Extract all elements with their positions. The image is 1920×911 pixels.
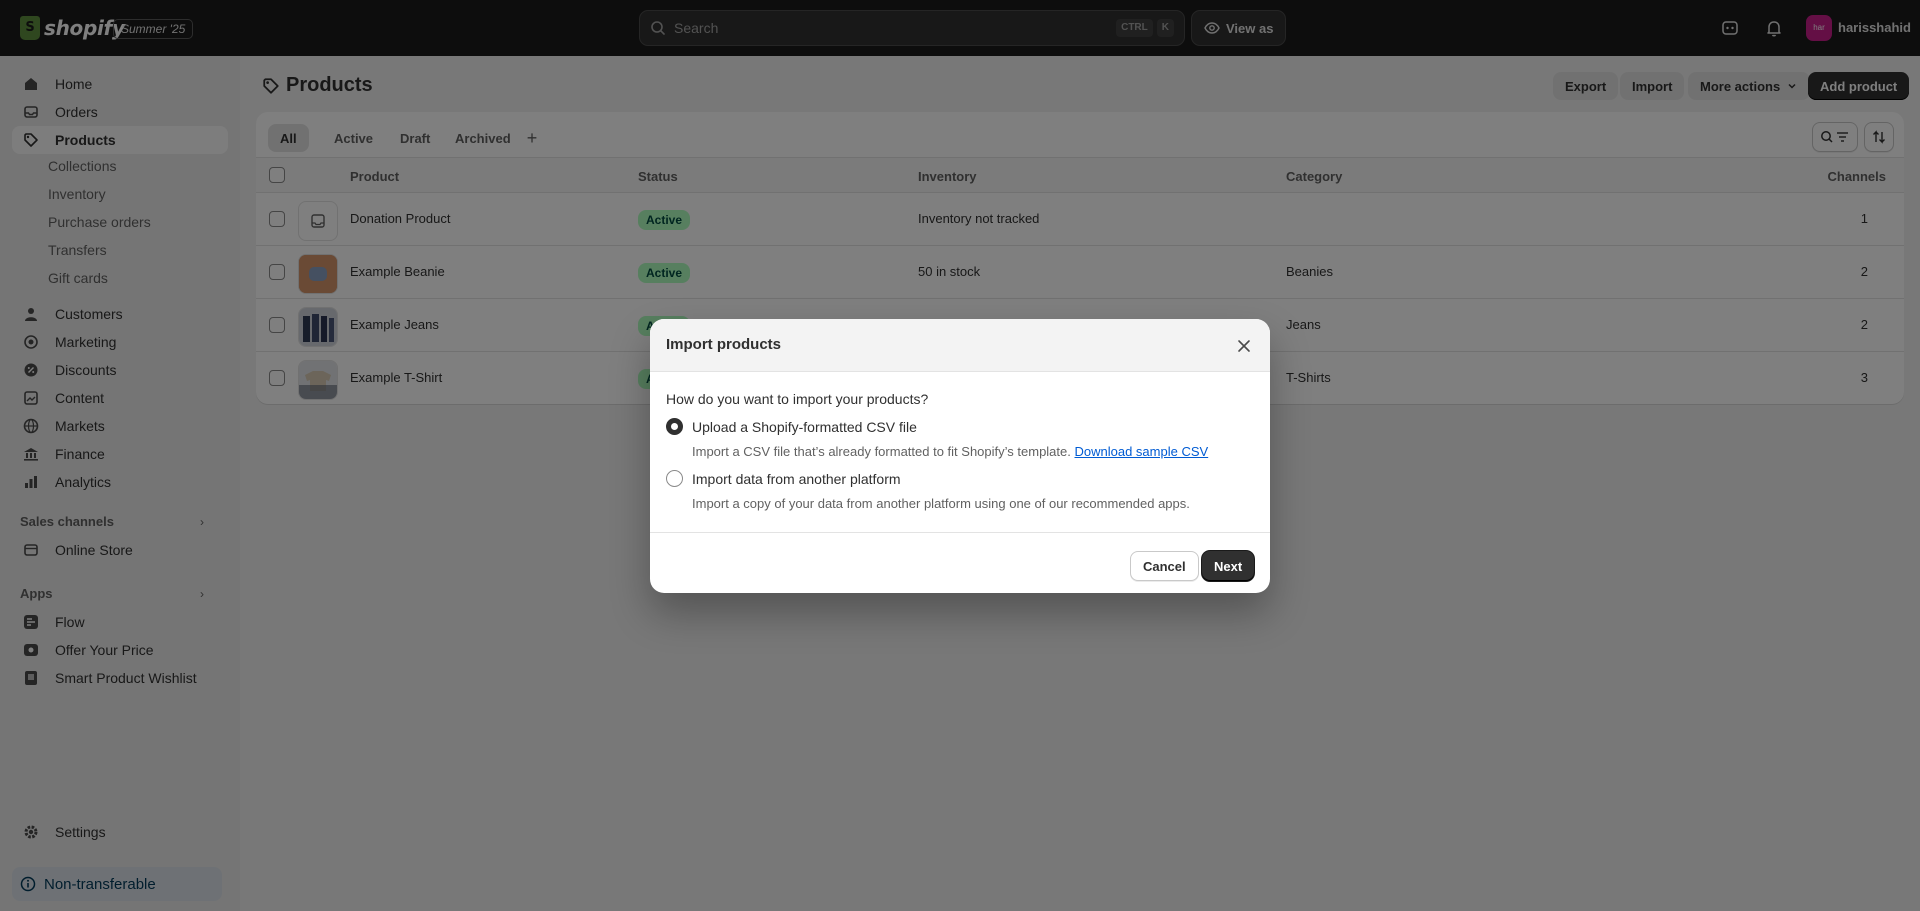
option-import-platform-label[interactable]: Import data from another platform bbox=[692, 471, 901, 487]
close-icon bbox=[1238, 340, 1250, 352]
import-question: How do you want to import your products? bbox=[666, 391, 929, 407]
option-upload-csv-help: Import a CSV file that’s already formatt… bbox=[692, 444, 1208, 459]
close-button[interactable] bbox=[1234, 336, 1254, 356]
radio-import-platform[interactable] bbox=[666, 470, 683, 487]
option-import-platform-help: Import a copy of your data from another … bbox=[692, 496, 1190, 511]
option-upload-csv-label[interactable]: Upload a Shopify-formatted CSV file bbox=[692, 419, 917, 435]
dialog-title: Import products bbox=[666, 336, 781, 353]
radio-upload-csv[interactable] bbox=[666, 418, 683, 435]
import-products-dialog: Import products How do you want to impor… bbox=[650, 319, 1270, 593]
cancel-button[interactable]: Cancel bbox=[1130, 551, 1199, 581]
next-button[interactable]: Next bbox=[1202, 551, 1255, 581]
download-sample-csv-link[interactable]: Download sample CSV bbox=[1075, 444, 1209, 459]
dialog-divider bbox=[650, 532, 1270, 533]
dialog-header: Import products bbox=[650, 319, 1270, 372]
option-upload-csv-help-text: Import a CSV file that’s already formatt… bbox=[692, 444, 1071, 459]
